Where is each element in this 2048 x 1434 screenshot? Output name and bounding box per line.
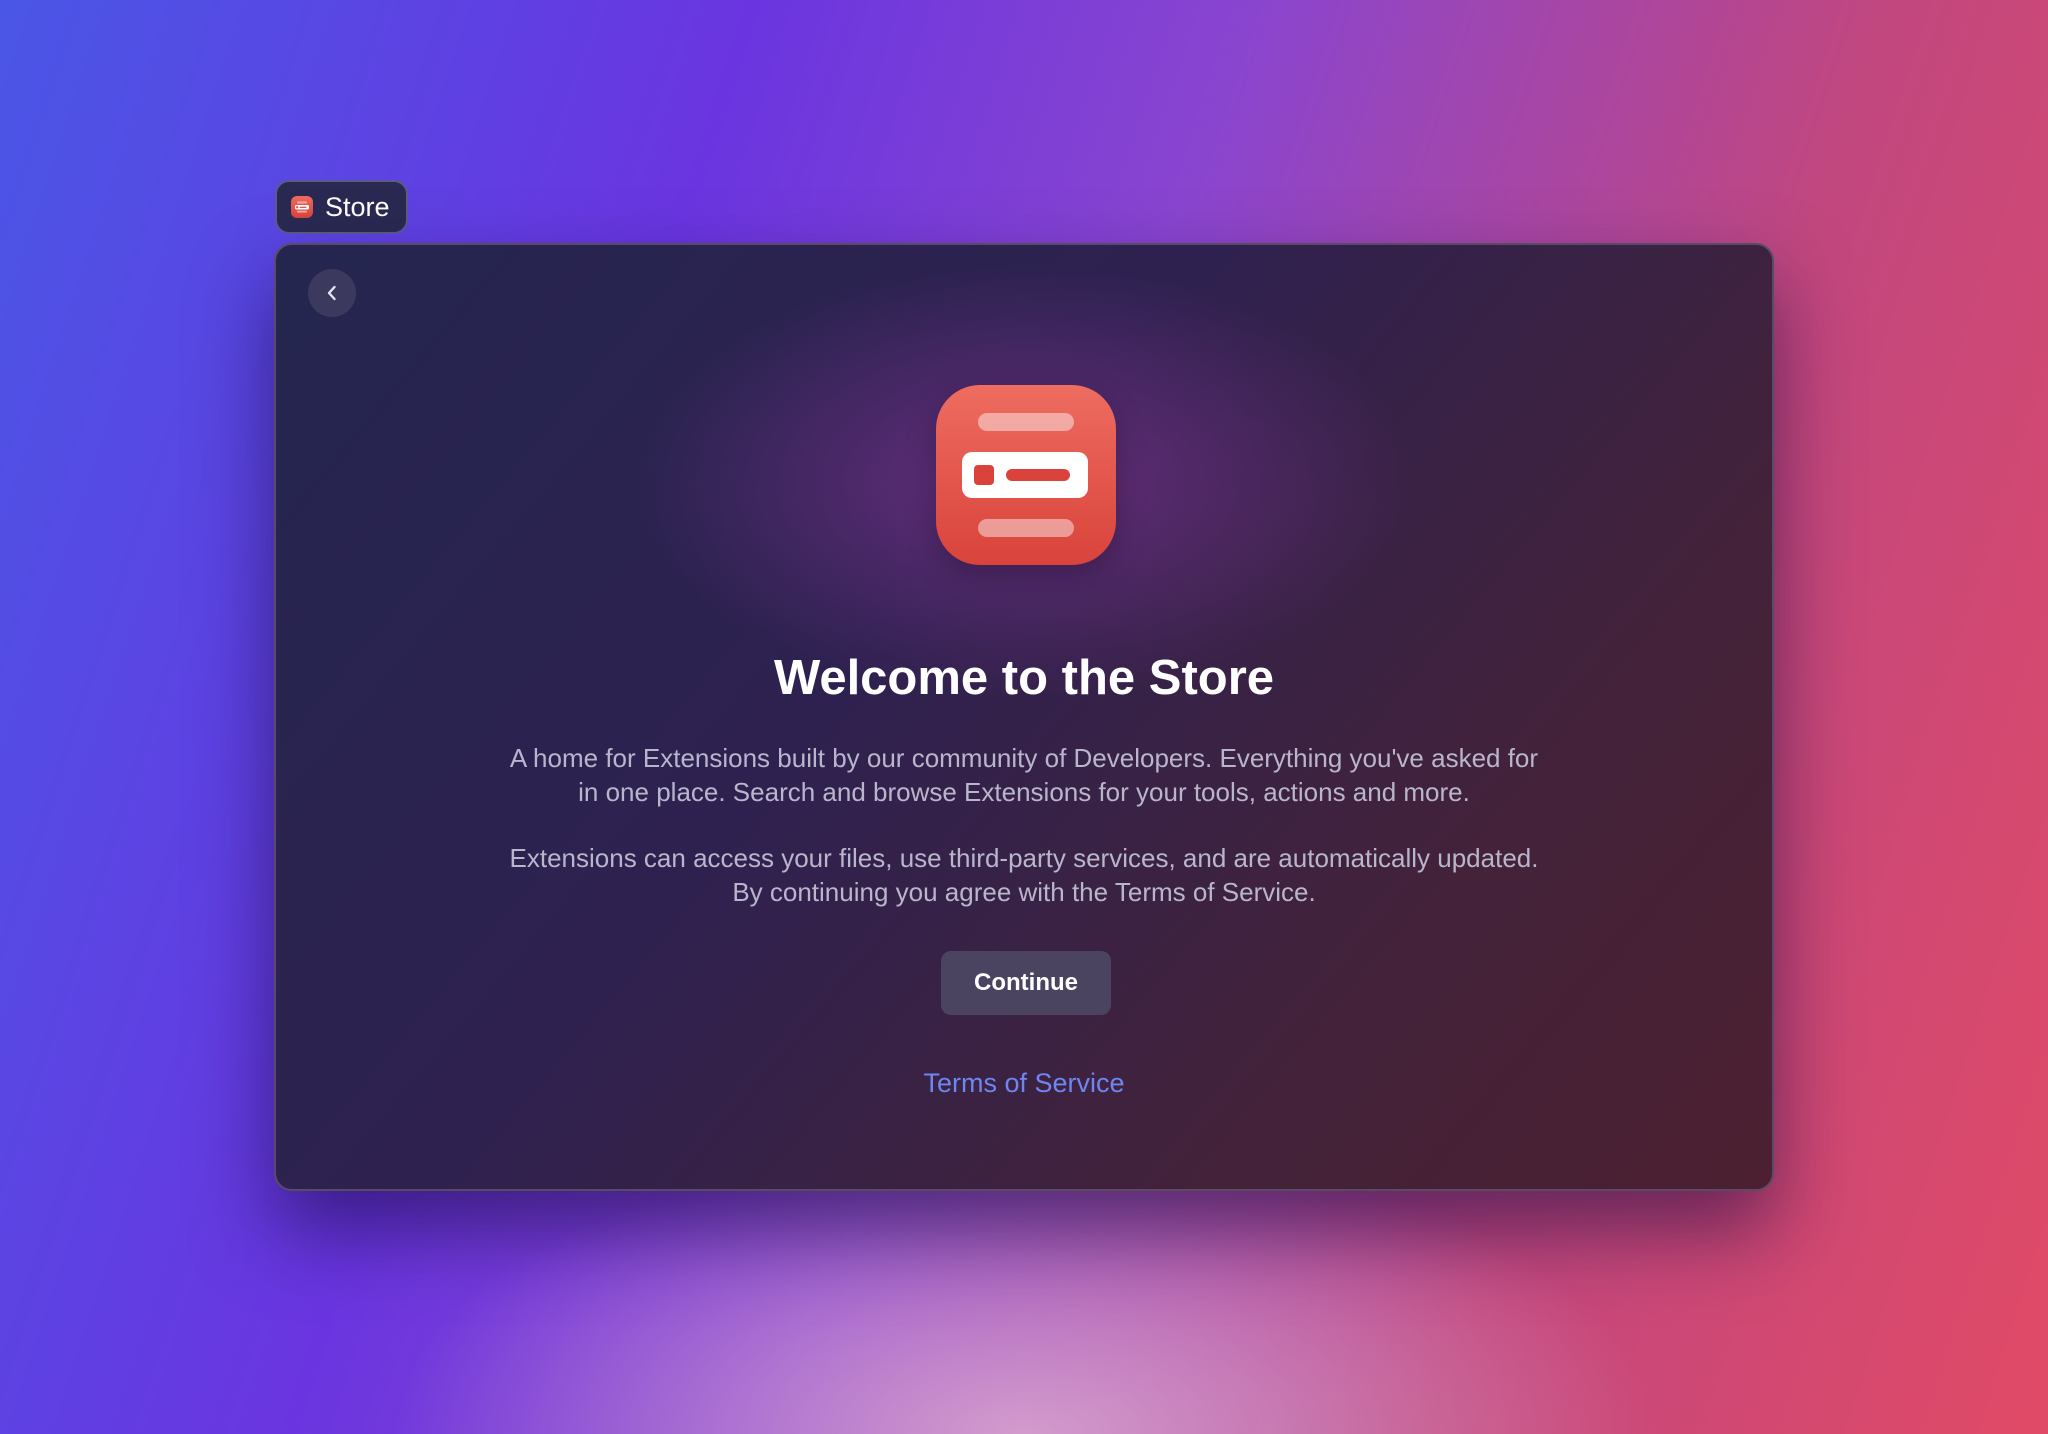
intro-paragraph: A home for Extensions built by our commu… — [426, 741, 1622, 809]
terms-line-1: Extensions can access your files, use th… — [509, 843, 1539, 873]
store-icon — [291, 196, 313, 218]
terms-of-service-link[interactable]: Terms of Service — [276, 1068, 1772, 1099]
terms-line-2: By continuing you agree with the Terms o… — [732, 877, 1316, 907]
store-welcome-window: Welcome to the Store A home for Extensio… — [274, 243, 1774, 1191]
window-title-label: Store — [325, 191, 390, 222]
page-title: Welcome to the Store — [773, 651, 1275, 705]
window-title-tag: Store — [275, 180, 408, 234]
continue-button[interactable]: Continue — [941, 951, 1111, 1015]
intro-line-1: A home for Extensions built by our commu… — [509, 743, 1539, 773]
terms-paragraph: Extensions can access your files, use th… — [426, 841, 1622, 909]
intro-line-2: in one place. Search and browse Extensio… — [578, 777, 1470, 807]
store-hero-icon — [936, 385, 1116, 565]
chevron-left-icon — [327, 285, 336, 301]
back-button[interactable] — [308, 269, 356, 317]
